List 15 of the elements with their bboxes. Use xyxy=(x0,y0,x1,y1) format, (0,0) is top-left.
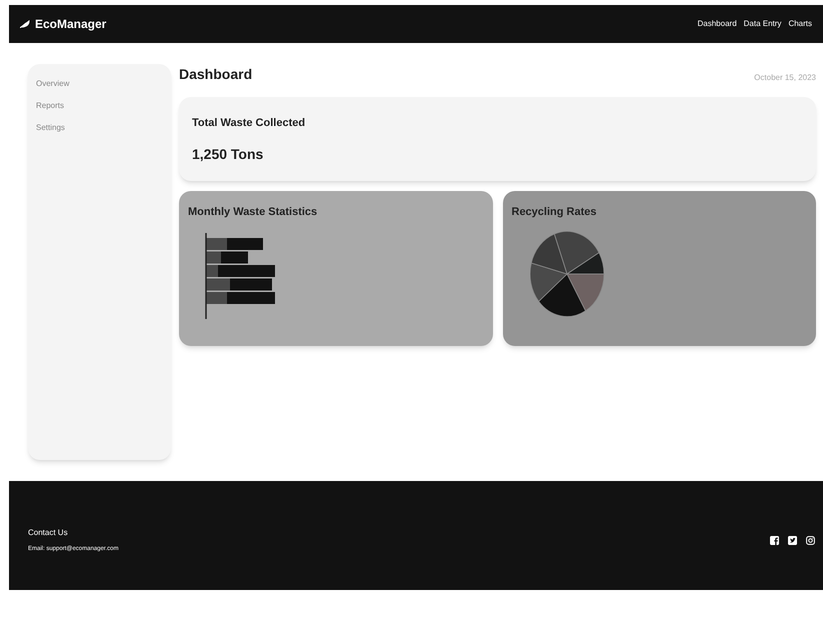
app-logo: EcoManager xyxy=(35,16,106,33)
nav-link[interactable]: Data Entry xyxy=(744,18,782,30)
nav-link[interactable]: Dashboard xyxy=(698,18,737,30)
leaf-icon xyxy=(20,20,30,28)
contact-heading: Contact Us xyxy=(28,527,69,539)
nav-link[interactable]: Charts xyxy=(788,18,812,30)
facebook-icon[interactable] xyxy=(770,536,779,545)
page-title: Dashboard xyxy=(179,65,252,84)
card-title: Total Waste Collected xyxy=(192,116,306,131)
date-label: October 15, 2023 xyxy=(754,72,816,84)
card-title: Recycling Rates xyxy=(512,205,596,220)
total-value: 1,250 Tons xyxy=(192,144,264,164)
instagram-icon[interactable] xyxy=(806,536,815,545)
card-title: Monthly Waste Statistics xyxy=(188,205,318,220)
twitter-icon[interactable] xyxy=(788,536,797,545)
